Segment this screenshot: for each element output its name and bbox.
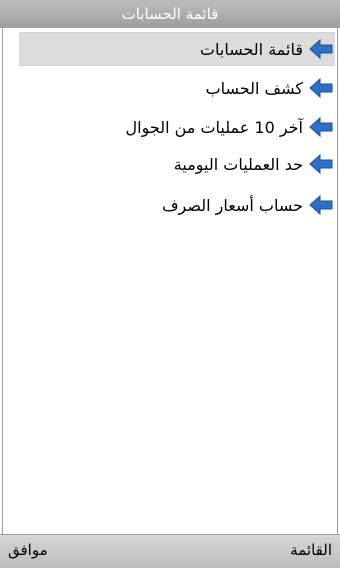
menu-item-daily-limit[interactable]: حد العمليات اليومية [19, 147, 335, 181]
menu-item-last-10-transactions[interactable]: آخر 10 عمليات من الجوال [19, 110, 335, 144]
menu-panel: قائمة الحسابات كشف الحساب آخر 10 عمليات … [2, 28, 338, 534]
menu-item-label: قائمة الحسابات [199, 39, 303, 59]
arrow-left-icon [307, 36, 335, 62]
menu-item-account-statement[interactable]: كشف الحساب [19, 71, 335, 105]
menu-item-label: حساب أسعار الصرف [161, 195, 303, 215]
arrow-left-icon [307, 75, 335, 101]
arrow-left-icon [307, 151, 335, 177]
menu-item-label: آخر 10 عمليات من الجوال [125, 117, 303, 137]
menu-item-label: حد العمليات اليومية [173, 154, 303, 174]
menu-item-exchange-rates[interactable]: حساب أسعار الصرف [19, 188, 335, 222]
menu-softkey[interactable]: القائمة [290, 541, 332, 559]
window-title: قائمة الحسابات [0, 0, 340, 28]
arrow-left-icon [307, 192, 335, 218]
menu-item-accounts-list[interactable]: قائمة الحسابات [19, 32, 335, 66]
arrow-left-icon [307, 114, 335, 140]
softkey-bar: موافق القائمة [0, 534, 340, 568]
menu-item-label: كشف الحساب [205, 78, 303, 98]
ok-softkey[interactable]: موافق [8, 541, 48, 559]
